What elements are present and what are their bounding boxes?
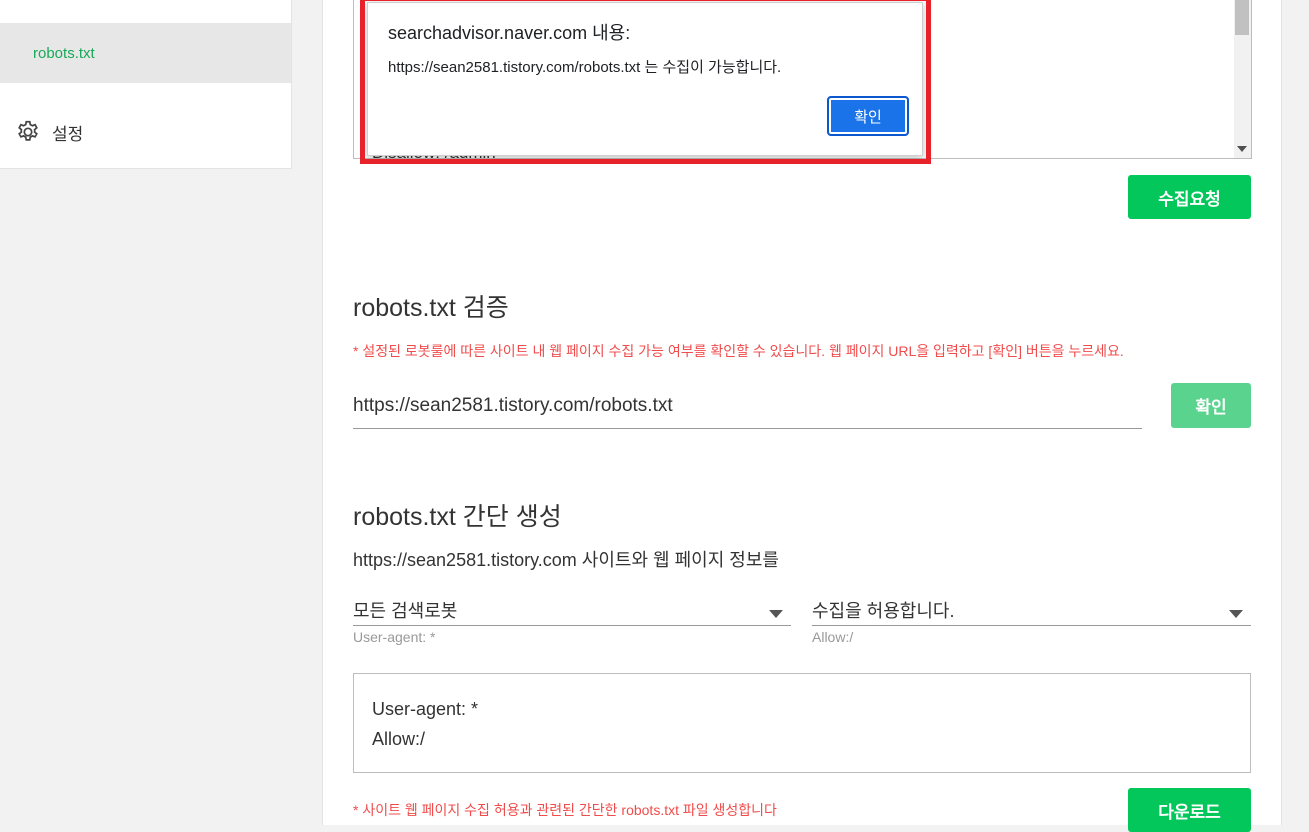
verify-note: * 설정된 로봇룰에 따른 사이트 내 웹 페이지 수집 가능 여부를 확인할 … <box>353 343 1124 359</box>
sidebar-item-label: robots.txt <box>33 44 95 62</box>
agent-sub-label: User-agent: * <box>353 629 436 645</box>
sidebar-item-robots-txt[interactable]: robots.txt <box>0 23 291 83</box>
url-input-value: https://sean2581.tistory.com/robots.txt <box>353 394 673 416</box>
allow-select-value: 수집을 허용합니다. <box>812 600 955 621</box>
sidebar-top-item[interactable] <box>0 0 291 23</box>
agent-select-value: 모든 검색로봇 <box>353 600 458 621</box>
agent-select[interactable]: 모든 검색로봇 <box>353 594 791 626</box>
sidebar-item-label: 설정 <box>52 124 84 144</box>
generate-note: * 사이트 웹 페이지 수집 허용과 관련된 간단한 robots.txt 파일… <box>353 802 777 818</box>
verify-button[interactable]: 확인 <box>1171 383 1251 428</box>
output-line: User-agent: * <box>372 699 479 719</box>
chevron-down-icon <box>769 610 783 618</box>
robots-output-box[interactable]: User-agent: * Allow:/ <box>353 673 1251 773</box>
verify-section-title: robots.txt 검증 <box>353 294 509 322</box>
sidebar: robots.txt 설정 <box>0 0 292 169</box>
scroll-down-arrow-icon[interactable] <box>1237 146 1247 152</box>
scrollbar-thumb[interactable] <box>1235 0 1249 35</box>
chevron-down-icon <box>1229 610 1243 618</box>
output-line: Allow:/ <box>372 729 426 749</box>
allow-select[interactable]: 수집을 허용합니다. <box>812 594 1251 626</box>
sidebar-item-settings[interactable]: 설정 <box>0 100 291 164</box>
collect-request-button[interactable]: 수집요청 <box>1128 175 1251 219</box>
url-input[interactable]: https://sean2581.tistory.com/robots.txt <box>353 383 1142 429</box>
highlight-box <box>360 0 931 164</box>
site-info-text: https://sean2581.tistory.com 사이트와 웹 페이지 … <box>353 550 779 570</box>
gear-icon <box>18 120 38 141</box>
allow-sub-label: Allow:/ <box>812 629 854 645</box>
editor-scrollbar[interactable] <box>1234 0 1251 158</box>
generate-section-title: robots.txt 간단 생성 <box>353 503 562 531</box>
download-button[interactable]: 다운로드 <box>1128 788 1251 832</box>
